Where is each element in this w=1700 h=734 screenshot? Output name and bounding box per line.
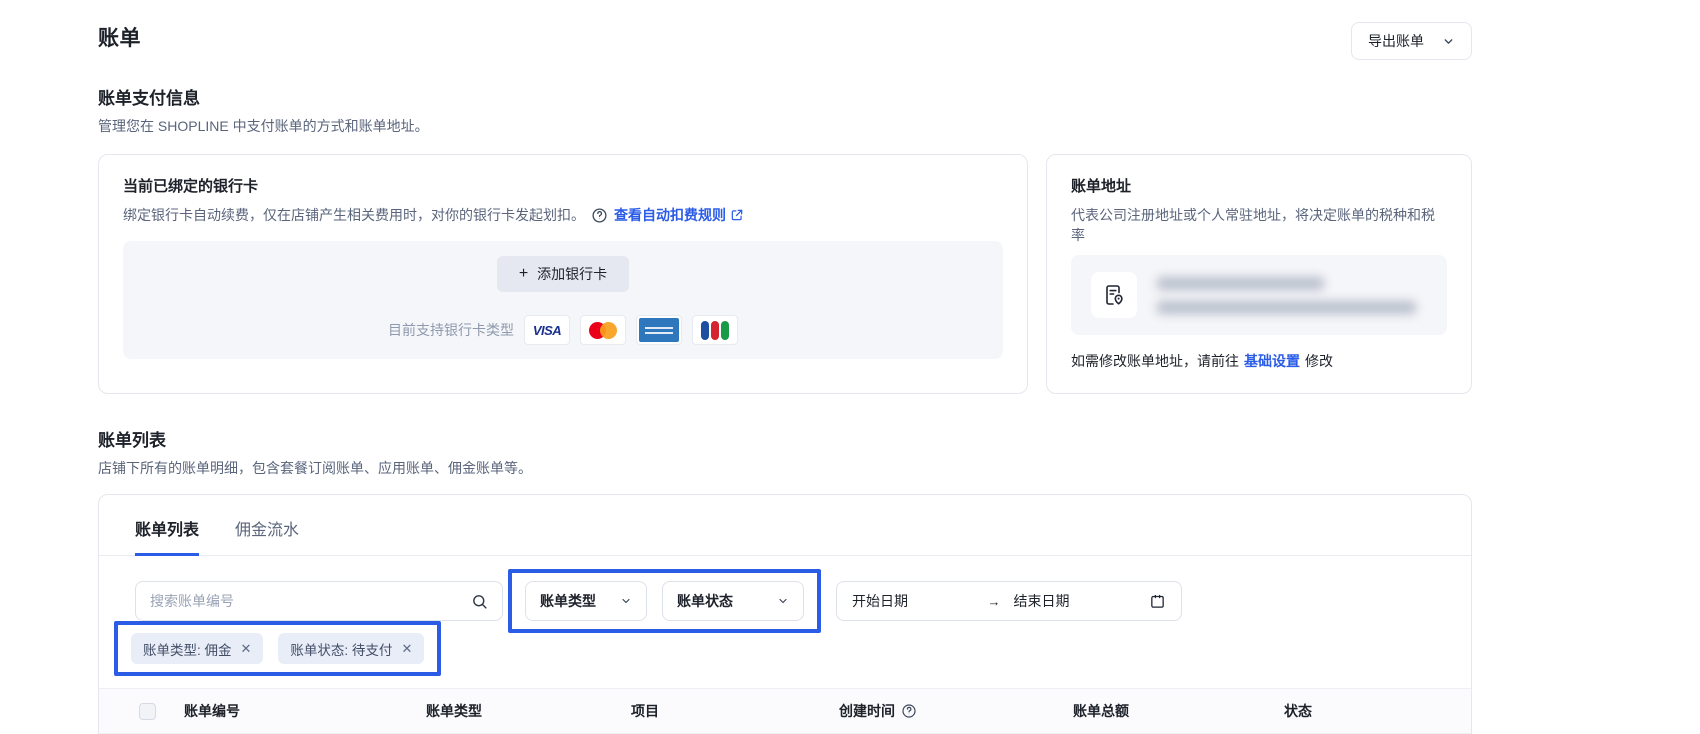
- select-all-checkbox[interactable]: [139, 702, 156, 720]
- add-bank-card-button[interactable]: + 添加银行卡: [496, 256, 630, 292]
- column-created-time: 创建时间: [839, 701, 1073, 721]
- bill-type-dropdown-label: 账单类型: [540, 593, 596, 609]
- column-bill-number: 账单编号: [184, 703, 240, 719]
- basic-settings-link[interactable]: 基础设置: [1244, 351, 1300, 371]
- bill-list-section-head: 账单列表 店铺下所有的账单明细，包含套餐订阅账单、应用账单、佣金账单等。: [98, 426, 1472, 478]
- highlighted-filter-chips: 账单类型: 佣金 ✕ 账单状态: 待支付 ✕: [114, 621, 442, 676]
- bank-card-description-row: 绑定银行卡自动续费，仅在店铺产生相关费用时，对你的银行卡发起划扣。 查看自动扣费…: [123, 205, 1003, 225]
- plus-icon: +: [518, 265, 529, 282]
- export-bills-button[interactable]: 导出账单: [1351, 22, 1472, 60]
- bill-table-header: 账单编号 账单类型 项目 创建时间 账单总额 状态: [99, 688, 1471, 734]
- payment-cards-row: 当前已绑定的银行卡 绑定银行卡自动续费，仅在店铺产生相关费用时，对你的银行卡发起…: [98, 154, 1472, 394]
- address-footer-suffix: 修改: [1305, 353, 1333, 369]
- filter-chip-bill-type[interactable]: 账单类型: 佣金 ✕: [131, 633, 264, 664]
- billing-address-panel: 账单地址 代表公司注册地址或个人常驻地址，将决定账单的税种和税率 如需修改账单地…: [1046, 154, 1472, 394]
- bound-bank-card-panel: 当前已绑定的银行卡 绑定银行卡自动续费，仅在店铺产生相关费用时，对你的银行卡发起…: [98, 154, 1028, 394]
- auto-charge-rules-link[interactable]: 查看自动扣费规则: [614, 205, 744, 225]
- column-bill-total: 账单总额: [1073, 703, 1129, 719]
- chevron-down-icon: [777, 595, 789, 607]
- export-bills-label: 导出账单: [1368, 33, 1424, 49]
- help-circle-icon[interactable]: [591, 207, 608, 224]
- column-project: 项目: [631, 703, 659, 719]
- address-footer: 如需修改账单地址，请前往 基础设置 修改: [1071, 351, 1447, 371]
- chevron-down-icon: [620, 595, 632, 607]
- highlighted-filter-dropdowns: 账单类型 账单状态: [508, 569, 821, 633]
- end-date-placeholder[interactable]: 结束日期: [1014, 591, 1070, 611]
- bill-status-dropdown-label: 账单状态: [677, 593, 733, 609]
- supported-card-types-row: 目前支持银行卡类型 VISA: [388, 315, 738, 345]
- tab-bill-list[interactable]: 账单列表: [135, 516, 200, 556]
- bank-card-title: 当前已绑定的银行卡: [123, 178, 259, 195]
- add-bank-card-label: 添加银行卡: [537, 266, 608, 282]
- page-header: 账单 导出账单: [98, 0, 1472, 60]
- bill-list-card: 账单列表 佣金流水 账单类型 账单状态: [98, 494, 1472, 734]
- column-bill-type: 账单类型: [426, 703, 482, 719]
- bank-card-description: 绑定银行卡自动续费，仅在店铺产生相关费用时，对你的银行卡发起划扣。: [123, 207, 585, 223]
- help-circle-icon[interactable]: [901, 703, 917, 719]
- auto-charge-rules-link-label: 查看自动扣费规则: [614, 207, 726, 223]
- start-date-placeholder[interactable]: 开始日期: [852, 591, 908, 611]
- visa-logo: VISA: [524, 315, 570, 345]
- search-bill-number-input[interactable]: [150, 593, 461, 609]
- filter-chip-label: 账单类型: 佣金: [143, 642, 232, 658]
- bill-status-dropdown[interactable]: 账单状态: [662, 581, 804, 621]
- blurred-address-text: [1157, 276, 1427, 314]
- jcb-logo: [692, 315, 738, 345]
- tab-commission-flow[interactable]: 佣金流水: [235, 516, 299, 555]
- mastercard-logo: [580, 315, 626, 345]
- close-icon[interactable]: ✕: [401, 642, 412, 655]
- bill-list-tabs: 账单列表 佣金流水: [99, 495, 1471, 556]
- bill-type-dropdown[interactable]: 账单类型: [525, 581, 647, 621]
- billing-address-title: 账单地址: [1071, 178, 1132, 195]
- filter-chip-bill-status[interactable]: 账单状态: 待支付 ✕: [278, 633, 425, 664]
- date-range-picker[interactable]: 开始日期 → 结束日期: [836, 581, 1182, 621]
- chevron-down-icon: [1442, 35, 1455, 48]
- payment-info-heading: 账单支付信息: [98, 89, 200, 108]
- payment-info-subheading: 管理您在 SHOPLINE 中支付账单的方式和账单地址。: [98, 118, 429, 134]
- calendar-icon[interactable]: [1149, 593, 1166, 610]
- page-title: 账单: [98, 27, 141, 50]
- date-range-arrow: →: [987, 593, 1001, 609]
- bank-card-empty-panel: + 添加银行卡 目前支持银行卡类型 VISA: [123, 241, 1003, 359]
- filter-chip-label: 账单状态: 待支付: [290, 642, 393, 658]
- address-document-pin-icon: [1091, 272, 1137, 318]
- search-icon[interactable]: [471, 593, 488, 610]
- external-link-icon: [730, 208, 744, 222]
- page-container: 账单 导出账单 账单支付信息 管理您在 SHOPLINE 中支付账单的方式和账单…: [98, 0, 1472, 734]
- billing-address-description: 代表公司注册地址或个人常驻地址，将决定账单的税种和税率: [1071, 207, 1435, 243]
- bill-list-heading: 账单列表: [98, 431, 166, 450]
- close-icon[interactable]: ✕: [241, 642, 252, 655]
- address-footer-prefix: 如需修改账单地址，请前往: [1071, 353, 1239, 369]
- search-box: [135, 581, 503, 621]
- column-status: 状态: [1284, 703, 1312, 719]
- bill-list-subheading: 店铺下所有的账单明细，包含套餐订阅账单、应用账单、佣金账单等。: [98, 460, 532, 476]
- amex-logo: [636, 315, 682, 345]
- supported-card-types-label: 目前支持银行卡类型: [388, 322, 514, 338]
- payment-info-section-head: 账单支付信息 管理您在 SHOPLINE 中支付账单的方式和账单地址。: [98, 84, 1472, 136]
- billing-address-display: [1071, 255, 1447, 335]
